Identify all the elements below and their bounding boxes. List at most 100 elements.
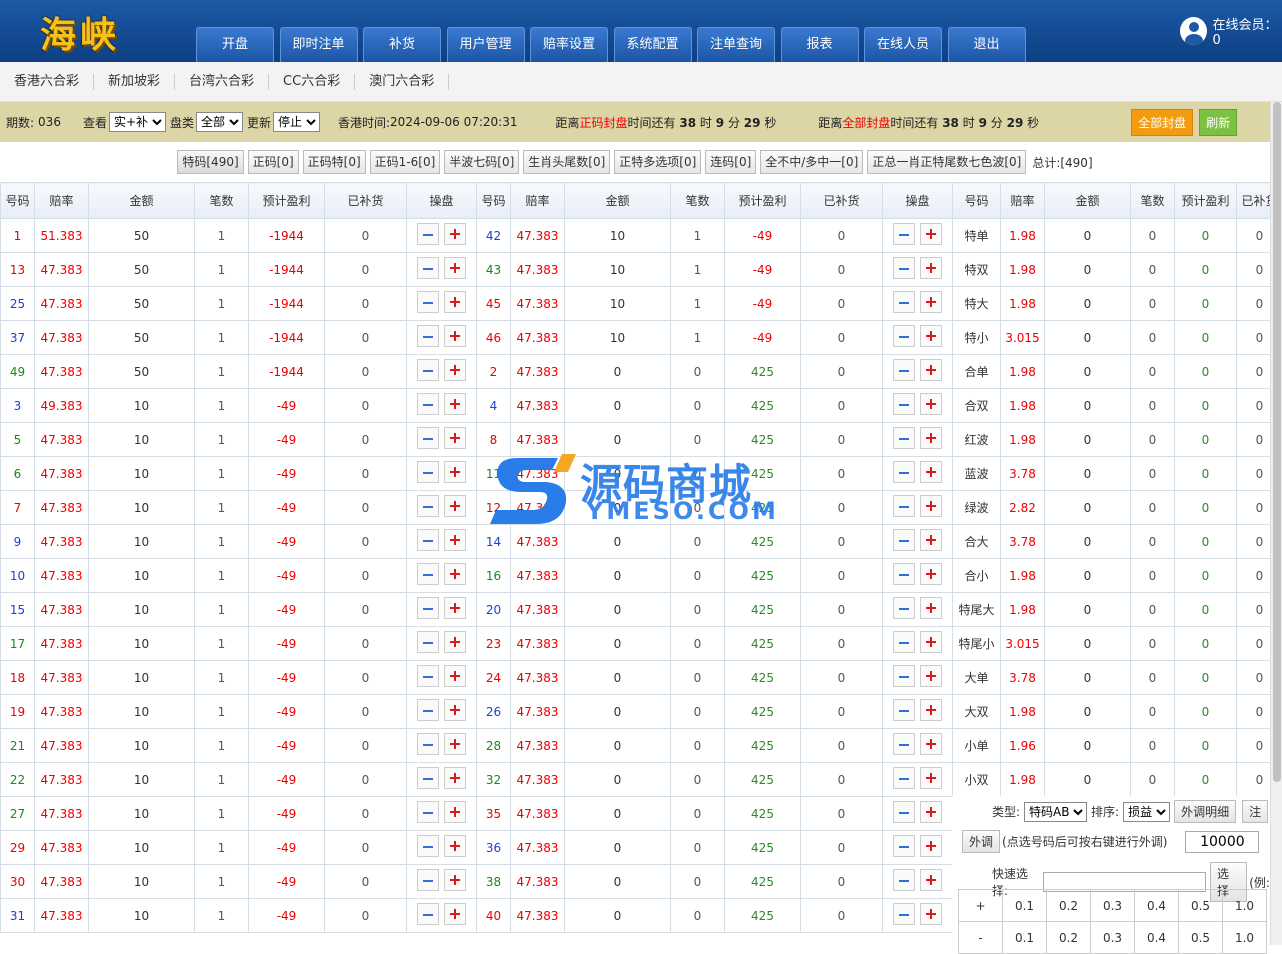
minus-icon[interactable] <box>417 835 439 857</box>
nav-item-0[interactable]: 开盘 <box>196 27 274 62</box>
odds-value[interactable]: 3.78 <box>1000 456 1045 491</box>
lottery-item-4[interactable]: 澳门六合彩 <box>355 73 450 90</box>
ball-number[interactable]: 7 <box>0 490 35 525</box>
odds-value[interactable]: 1.98 <box>1000 422 1045 457</box>
minus-icon[interactable] <box>893 631 915 653</box>
plus-icon[interactable] <box>444 801 466 823</box>
plus-icon[interactable] <box>444 291 466 313</box>
bet-name[interactable]: 小单 <box>952 728 1001 763</box>
plus-icon[interactable] <box>920 903 942 925</box>
ball-number[interactable]: 27 <box>0 796 35 831</box>
odds-value[interactable]: 47.383 <box>510 558 565 593</box>
tab-0[interactable]: 特码[490] <box>177 150 244 174</box>
odds-value[interactable]: 1.98 <box>1000 762 1045 797</box>
bet-name[interactable]: 红波 <box>952 422 1001 457</box>
lottery-item-1[interactable]: 新加坡彩 <box>94 73 176 90</box>
ball-number[interactable]: 21 <box>0 728 35 763</box>
panel-type-select[interactable]: 特码AB <box>1024 801 1088 822</box>
odds-value[interactable]: 1.98 <box>1000 218 1045 253</box>
odds-value[interactable]: 47.383 <box>34 864 89 899</box>
odds-value[interactable]: 47.383 <box>510 524 565 559</box>
step-minus-5[interactable]: 1.0 <box>1222 921 1267 954</box>
minus-icon[interactable] <box>417 665 439 687</box>
scrollbar[interactable] <box>1270 102 1282 945</box>
plus-icon[interactable] <box>920 733 942 755</box>
odds-value[interactable]: 47.383 <box>510 694 565 729</box>
minus-icon[interactable] <box>893 461 915 483</box>
plus-icon[interactable] <box>444 325 466 347</box>
odds-value[interactable]: 47.383 <box>510 728 565 763</box>
odds-value[interactable]: 1.98 <box>1000 694 1045 729</box>
odds-value[interactable]: 47.383 <box>510 626 565 661</box>
ball-number[interactable]: 6 <box>0 456 35 491</box>
odds-value[interactable]: 47.383 <box>510 320 565 355</box>
minus-icon[interactable] <box>893 835 915 857</box>
plus-icon[interactable] <box>444 427 466 449</box>
bet-name[interactable]: 合大 <box>952 524 1001 559</box>
ball-number[interactable]: 5 <box>0 422 35 457</box>
plus-icon[interactable] <box>444 563 466 585</box>
odds-value[interactable]: 1.96 <box>1000 728 1045 763</box>
ball-number[interactable]: 13 <box>0 252 35 287</box>
odds-value[interactable]: 3.78 <box>1000 660 1045 695</box>
ball-number[interactable]: 46 <box>476 320 511 355</box>
type-select[interactable]: 全部 <box>195 112 243 132</box>
ball-number[interactable]: 14 <box>476 524 511 559</box>
tab-4[interactable]: 半波七码[0] <box>444 150 520 174</box>
ball-number[interactable]: 8 <box>476 422 511 457</box>
minus-icon[interactable] <box>417 427 439 449</box>
ball-number[interactable]: 35 <box>476 796 511 831</box>
odds-value[interactable]: 3.78 <box>1000 524 1045 559</box>
minus-icon[interactable] <box>893 699 915 721</box>
minus-icon[interactable] <box>417 325 439 347</box>
bet-name[interactable]: 特双 <box>952 252 1001 287</box>
odds-value[interactable]: 47.383 <box>34 456 89 491</box>
minus-icon[interactable] <box>893 563 915 585</box>
plus-icon[interactable] <box>920 427 942 449</box>
ball-number[interactable]: 23 <box>476 626 511 661</box>
ball-number[interactable]: 31 <box>0 898 35 933</box>
plus-icon[interactable] <box>444 461 466 483</box>
plus-icon[interactable] <box>920 359 942 381</box>
out-amount-input[interactable] <box>1185 830 1260 853</box>
ball-number[interactable]: 19 <box>0 694 35 729</box>
bet-name[interactable]: 特尾小 <box>952 626 1001 661</box>
bet-name[interactable]: 大单 <box>952 660 1001 695</box>
odds-value[interactable]: 47.383 <box>34 252 89 287</box>
ball-number[interactable]: 20 <box>476 592 511 627</box>
plus-icon[interactable] <box>444 223 466 245</box>
ball-number[interactable]: 2 <box>476 354 511 389</box>
tab-8[interactable]: 全不中/多中一[0] <box>760 150 864 174</box>
tab-6[interactable]: 正特多选项[0] <box>614 150 702 174</box>
odds-value[interactable]: 1.98 <box>1000 286 1045 321</box>
plus-icon[interactable] <box>920 291 942 313</box>
minus-icon[interactable] <box>893 257 915 279</box>
minus-icon[interactable] <box>417 393 439 415</box>
out-detail-button[interactable]: 外调明细 <box>1174 800 1237 823</box>
minus-icon[interactable] <box>417 223 439 245</box>
plus-icon[interactable] <box>920 257 942 279</box>
minus-icon[interactable] <box>893 869 915 891</box>
ball-number[interactable]: 38 <box>476 864 511 899</box>
plus-icon[interactable] <box>444 869 466 891</box>
minus-icon[interactable] <box>893 597 915 619</box>
odds-value[interactable]: 2.82 <box>1000 490 1045 525</box>
tab-7[interactable]: 连码[0] <box>705 150 757 174</box>
nav-item-7[interactable]: 报表 <box>780 27 859 62</box>
bet-name[interactable]: 合单 <box>952 354 1001 389</box>
odds-value[interactable]: 47.383 <box>34 558 89 593</box>
odds-value[interactable]: 47.383 <box>510 286 565 321</box>
view-select[interactable]: 实+补 <box>108 112 166 132</box>
plus-icon[interactable] <box>444 733 466 755</box>
minus-icon[interactable] <box>893 733 915 755</box>
odds-value[interactable]: 47.383 <box>510 354 565 389</box>
bet-name[interactable]: 特单 <box>952 218 1001 253</box>
ball-number[interactable]: 18 <box>0 660 35 695</box>
nav-item-2[interactable]: 补货 <box>363 27 441 62</box>
plus-icon[interactable] <box>444 495 466 517</box>
tab-5[interactable]: 生肖头尾数[0] <box>523 150 611 174</box>
minus-icon[interactable] <box>417 869 439 891</box>
ball-number[interactable]: 37 <box>0 320 35 355</box>
odds-value[interactable]: 1.98 <box>1000 558 1045 593</box>
ball-number[interactable]: 11 <box>476 456 511 491</box>
